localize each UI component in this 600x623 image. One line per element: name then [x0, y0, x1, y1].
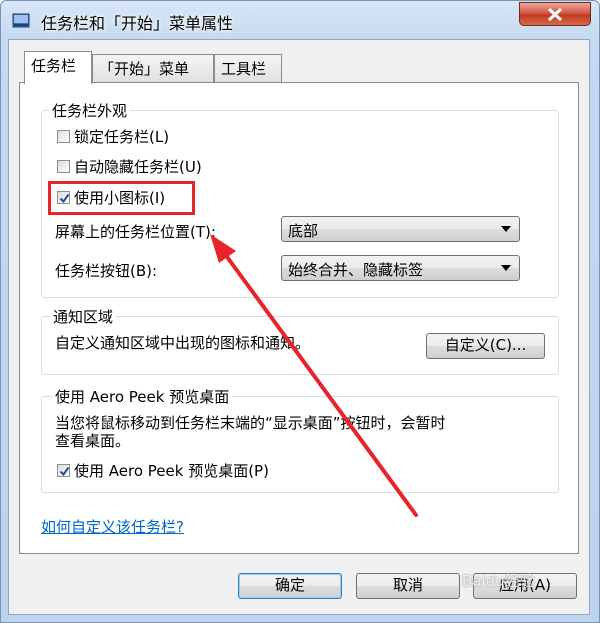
tab-toolbars[interactable]: 工具栏	[214, 54, 282, 82]
taskbar-position-dropdown[interactable]: 底部	[281, 216, 520, 242]
aero-peek-checkbox-label: 使用 Aero Peek 预览桌面(P)	[74, 462, 269, 480]
tab-taskbar[interactable]: 任务栏	[24, 51, 92, 84]
close-icon	[547, 8, 563, 21]
ok-button[interactable]: 确定	[238, 573, 342, 599]
checkbox-box[interactable]	[57, 160, 70, 173]
notification-description: 自定义通知区域中出现的图标和通知。	[55, 334, 311, 352]
taskbar-app-icon	[12, 13, 30, 28]
dropdown-arrow-icon	[501, 226, 511, 232]
lock-taskbar-checkbox[interactable]: 锁定任务栏(L)	[57, 126, 169, 147]
close-button[interactable]	[519, 2, 591, 26]
annotation-highlight-box	[48, 181, 195, 215]
aero-peek-description-line2: 查看桌面。	[55, 432, 131, 450]
notification-group-label: 通知区域	[50, 306, 117, 327]
tab-start-menu[interactable]: 「开始」菜单	[92, 54, 214, 82]
aero-peek-checkbox[interactable]: 使用 Aero Peek 预览桌面(P)	[57, 460, 269, 481]
taskbar-position-label: 屏幕上的任务栏位置(T):	[55, 223, 216, 241]
watermark: Baidu经验	[462, 572, 535, 590]
taskbar-buttons-label: 任务栏按钮(B):	[55, 262, 158, 280]
appearance-group-label: 任务栏外观	[49, 100, 131, 121]
taskbar-position-value: 底部	[288, 222, 319, 240]
dropdown-arrow-icon	[501, 265, 511, 271]
title-bar[interactable]: 任务栏和「开始」菜单属性	[1, 1, 599, 41]
checkmark-icon	[59, 466, 70, 477]
taskbar-buttons-dropdown[interactable]: 始终合并、隐藏标签	[281, 255, 520, 281]
cancel-button[interactable]: 取消	[356, 573, 460, 599]
taskbar-buttons-value: 始终合并、隐藏标签	[288, 261, 424, 279]
window-title: 任务栏和「开始」菜单属性	[41, 14, 234, 33]
lock-taskbar-label: 锁定任务栏(L)	[74, 128, 170, 146]
auto-hide-checkbox[interactable]: 自动隐藏任务栏(U)	[57, 156, 202, 177]
checkbox-box[interactable]	[57, 130, 70, 143]
aero-peek-group-label: 使用 Aero Peek 预览桌面	[52, 386, 233, 407]
checkbox-box[interactable]	[57, 464, 70, 477]
auto-hide-label: 自动隐藏任务栏(U)	[74, 158, 202, 176]
customize-button[interactable]: 自定义(C)...	[426, 333, 545, 359]
help-link[interactable]: 如何自定义该任务栏?	[41, 516, 184, 537]
